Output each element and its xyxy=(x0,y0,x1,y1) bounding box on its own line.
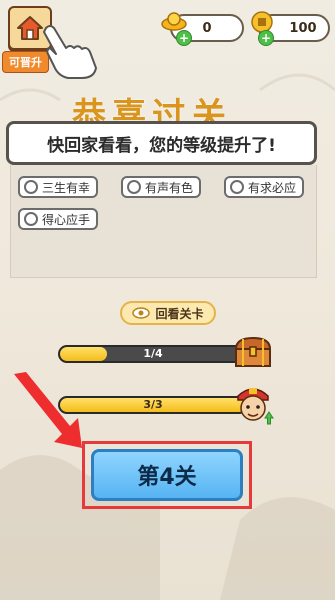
idiom-tag: 三生有幸 xyxy=(18,176,99,198)
idiom-tag: 有求必应 xyxy=(224,176,305,198)
progress-label: 1/4 xyxy=(143,347,163,360)
red-arrow-indicator xyxy=(14,372,82,448)
coin-count: 100 xyxy=(289,20,317,36)
chest-progress-bar: 1/4 xyxy=(58,345,248,363)
circle-icon xyxy=(230,180,244,194)
circle-icon xyxy=(127,180,141,194)
add-coin-button[interactable]: + xyxy=(258,30,274,46)
add-ingot-button[interactable]: + xyxy=(176,30,192,46)
idiom-tag: 有声有色 xyxy=(121,176,202,198)
gold-ingot-icon xyxy=(161,12,187,31)
ingot-count: 0 xyxy=(202,20,212,36)
idiom-tag: 得心应手 xyxy=(18,208,99,230)
next-level-button[interactable]: 第4关 xyxy=(91,449,243,501)
character-upgrade-icon xyxy=(237,388,274,425)
pointing-hand-icon xyxy=(43,25,97,79)
circle-icon xyxy=(24,212,38,226)
review-level-button[interactable]: 回看关卡 xyxy=(120,301,216,325)
treasure-chest-icon xyxy=(234,336,272,367)
circle-icon xyxy=(24,180,38,194)
eye-icon xyxy=(132,307,151,319)
highlight-frame: 第4关 xyxy=(82,441,252,509)
level-up-banner: 快回家看看，您的等级提升了! xyxy=(6,121,317,165)
